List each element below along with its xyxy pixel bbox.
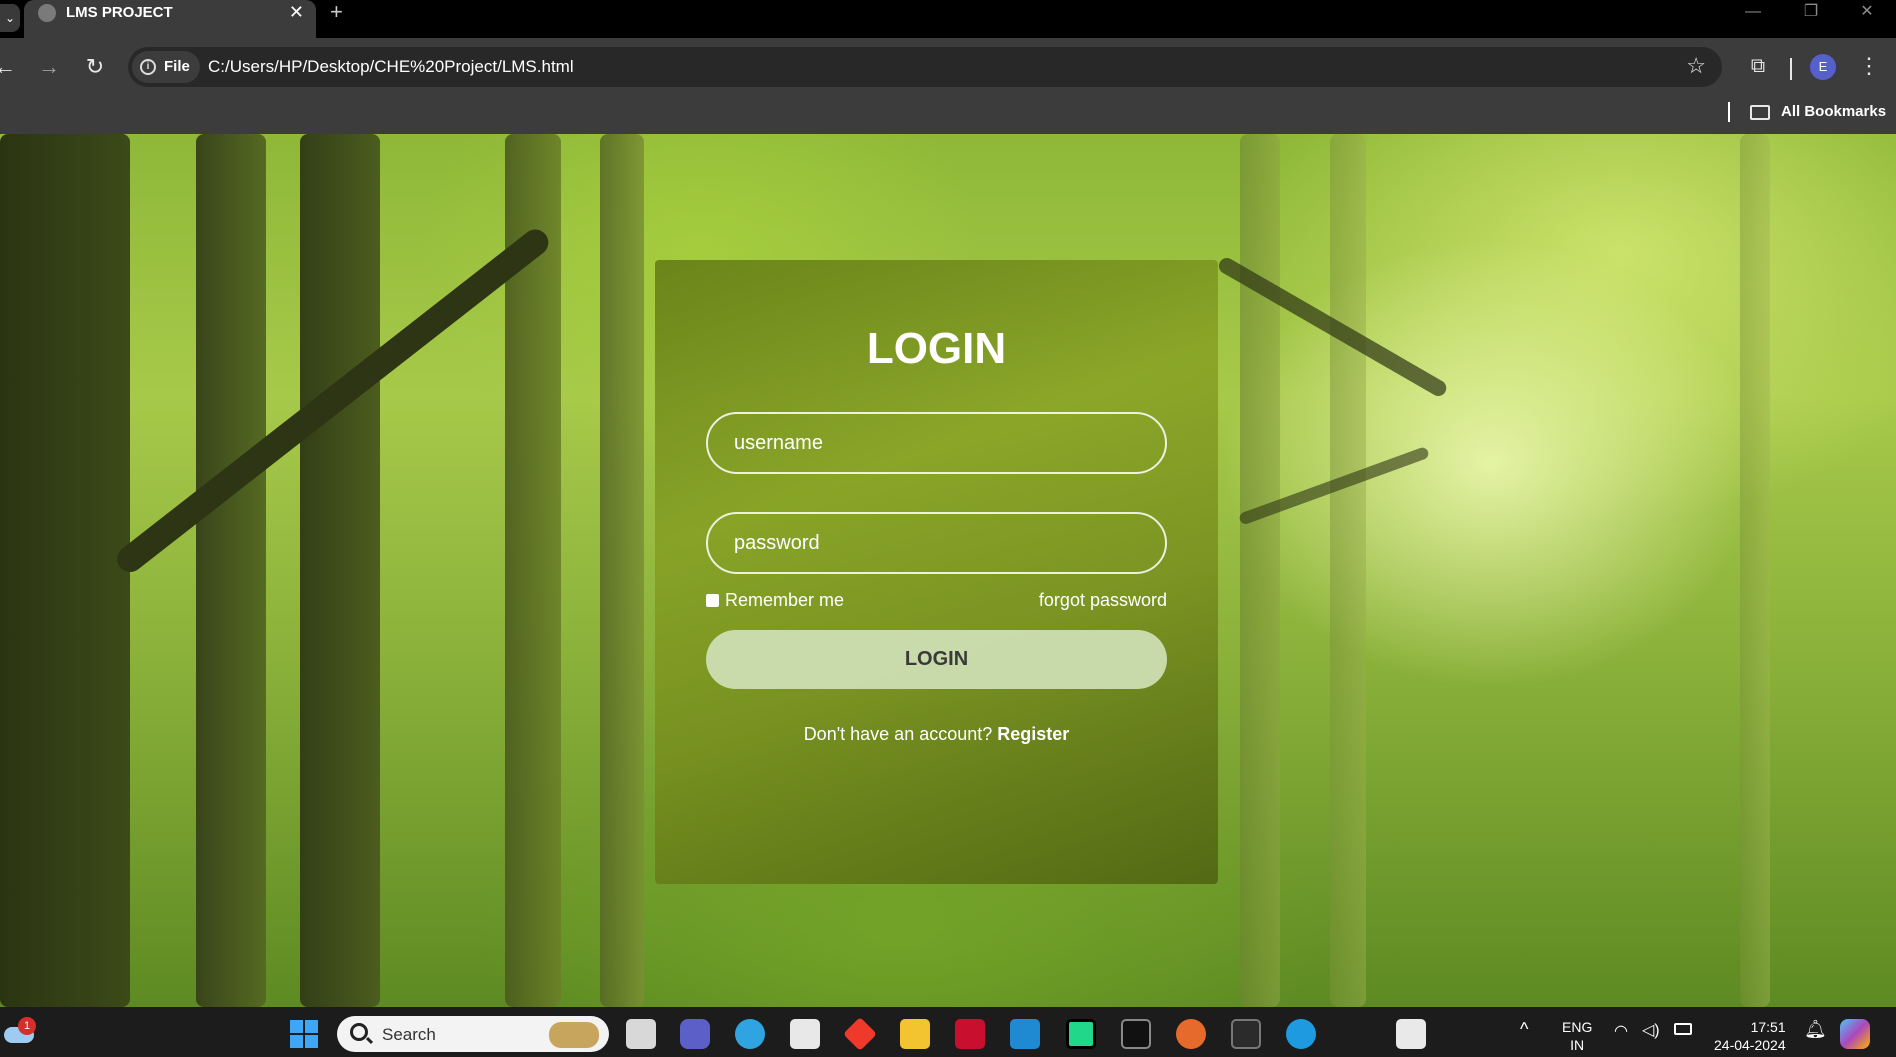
profile-avatar[interactable]: E (1810, 54, 1836, 80)
login-button[interactable]: LOGIN (706, 630, 1167, 689)
browser-toolbar: ← → ↻ i File C:/Users/HP/Desktop/CHE%20P… (0, 38, 1896, 134)
url-text[interactable]: C:/Users/HP/Desktop/CHE%20Project/LMS.ht… (208, 57, 574, 77)
tab-search-button[interactable]: ⌄ (0, 4, 20, 32)
firefox-icon[interactable] (1176, 1019, 1206, 1049)
mcafee-icon[interactable] (955, 1019, 985, 1049)
edge-icon[interactable] (1286, 1019, 1316, 1049)
terminal-icon[interactable] (1121, 1019, 1151, 1049)
tab-strip: ⌄ LMS PROJECT ✕ + — ❐ ✕ (0, 0, 1896, 38)
wifi-icon[interactable]: ◠ (1614, 1021, 1628, 1041)
snipping-tool-icon[interactable] (1396, 1019, 1426, 1049)
close-tab-icon[interactable]: ✕ (289, 0, 304, 24)
store-icon[interactable] (790, 1019, 820, 1049)
date-label: 24-04-2024 (1714, 1037, 1786, 1053)
kebab-menu-icon[interactable]: ⋮ (1858, 52, 1880, 80)
vscode-icon[interactable] (1010, 1019, 1040, 1049)
copilot-icon[interactable] (1840, 1019, 1870, 1049)
back-arrow-icon[interactable]: ← (0, 52, 20, 82)
site-info-chip[interactable]: i File (132, 51, 200, 83)
meet-icon[interactable] (680, 1019, 710, 1049)
search-icon (350, 1023, 368, 1041)
search-label: Search (382, 1025, 436, 1044)
page-viewport: LOGIN Remember me forgot password LOGIN … (0, 134, 1896, 1007)
windows-start-icon[interactable] (290, 1020, 318, 1048)
new-tab-button[interactable]: + (330, 0, 343, 24)
browser-tab[interactable]: LMS PROJECT ✕ (24, 0, 316, 38)
remember-checkbox[interactable] (706, 594, 719, 607)
username-input[interactable] (706, 412, 1167, 474)
address-bar[interactable]: i File C:/Users/HP/Desktop/CHE%20Project… (128, 47, 1722, 87)
notification-badge: 1 (18, 1017, 36, 1035)
edge-dev-icon[interactable] (735, 1019, 765, 1049)
register-link[interactable]: Register (997, 724, 1069, 744)
task-view-icon[interactable] (626, 1019, 656, 1049)
bookmarks-divider (1728, 102, 1730, 122)
password-input[interactable] (706, 512, 1167, 574)
forward-arrow-icon[interactable]: → (34, 52, 64, 82)
remember-me[interactable]: Remember me (706, 590, 844, 611)
site-chip-label: File (164, 58, 190, 75)
search-highlight-icon (549, 1022, 599, 1048)
forgot-password-link[interactable]: forgot password (1039, 590, 1167, 611)
time-label: 17:51 (1750, 1019, 1786, 1035)
close-window-button[interactable]: ✕ (1852, 0, 1882, 24)
taskbar-search[interactable]: Search (337, 1016, 609, 1052)
all-bookmarks-button[interactable]: All Bookmarks (1781, 103, 1886, 120)
battery-icon[interactable] (1674, 1023, 1692, 1035)
remember-label: Remember me (725, 590, 845, 610)
file-explorer-icon[interactable] (900, 1019, 930, 1049)
register-prompt: Don't have an account? (803, 724, 998, 744)
reload-icon[interactable]: ↻ (80, 52, 110, 82)
language-label: ENG (1562, 1019, 1593, 1035)
weather-widget[interactable]: 1 (4, 1017, 36, 1045)
minimize-button[interactable]: — (1738, 0, 1768, 24)
pycharm-icon[interactable] (1066, 1019, 1096, 1049)
region-label: IN (1570, 1037, 1585, 1053)
globe-icon (38, 4, 56, 22)
login-title: LOGIN (866, 324, 1007, 373)
tab-title: LMS PROJECT (66, 4, 173, 21)
register-line: Don't have an account? Register (655, 724, 1218, 745)
volume-icon[interactable]: ◁) (1642, 1020, 1660, 1040)
login-card: LOGIN Remember me forgot password LOGIN … (655, 260, 1218, 884)
info-icon: i (140, 59, 156, 75)
language-indicator[interactable]: ENG IN (1562, 1018, 1592, 1054)
taskbar: 1 Search ^ ENG IN ◠ ◁) 17:51 24-04-2024 … (0, 1007, 1896, 1057)
toolbar-divider (1790, 58, 1792, 80)
powershell-icon[interactable] (1231, 1019, 1261, 1049)
extensions-icon[interactable]: ⧉ (1744, 52, 1772, 80)
folder-icon (1750, 105, 1770, 120)
bookmark-star-icon[interactable]: ☆ (1686, 53, 1706, 79)
show-hidden-icons[interactable]: ^ (1520, 1019, 1528, 1040)
clock[interactable]: 17:51 24-04-2024 (1714, 1018, 1786, 1054)
anydesk-icon[interactable] (843, 1017, 877, 1051)
restore-button[interactable]: ❐ (1796, 0, 1826, 24)
notification-bell-icon[interactable]: 🔔︎ (1804, 1019, 1827, 1040)
